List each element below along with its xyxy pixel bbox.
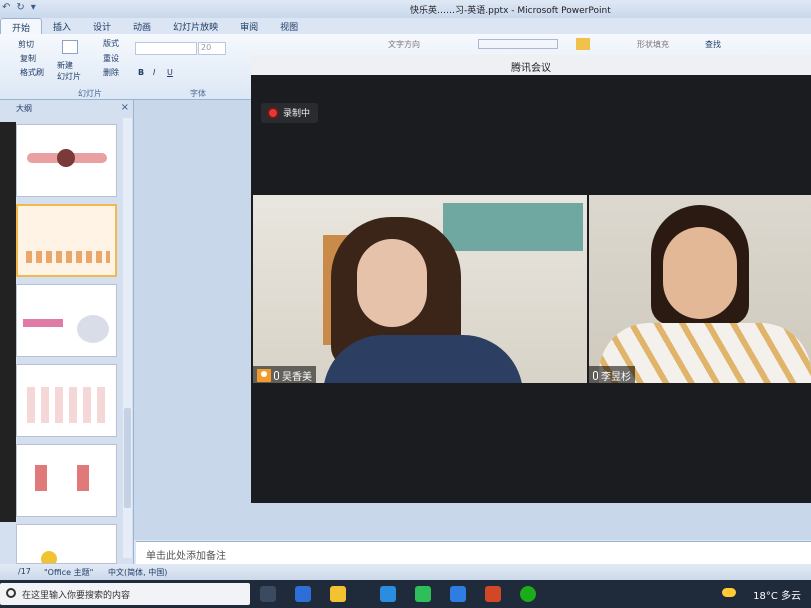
slide-counter: /17 bbox=[18, 567, 31, 576]
window-title: 快乐英……习-英语.pptx - Microsoft PowerPoint bbox=[410, 6, 611, 16]
tab-home[interactable]: 开始 bbox=[0, 18, 43, 34]
dropdown-icon[interactable]: ▾ bbox=[31, 2, 36, 13]
host-icon bbox=[257, 369, 271, 382]
microphone-icon bbox=[274, 371, 279, 380]
tab-design[interactable]: 设计 bbox=[82, 18, 122, 34]
copy-button[interactable]: 复制 bbox=[20, 53, 36, 64]
meeting-title: 腾讯会议 bbox=[251, 55, 811, 75]
recording-indicator[interactable]: 录制中 bbox=[261, 103, 319, 123]
underline-icon[interactable]: U bbox=[167, 68, 173, 77]
record-dot-icon bbox=[269, 109, 277, 117]
temperature: 18°C bbox=[753, 591, 778, 602]
font-name-field[interactable] bbox=[135, 42, 197, 55]
italic-icon[interactable]: I bbox=[153, 68, 155, 77]
title-bar: ↶ ↻ ▾ 快乐英……习-英语.pptx - Microsoft PowerPo… bbox=[0, 0, 811, 18]
arrange-icon[interactable] bbox=[576, 38, 590, 50]
delete-button[interactable]: 删除 bbox=[103, 67, 119, 78]
outline-tab[interactable]: 大纲 bbox=[16, 104, 32, 113]
tab-slideshow[interactable]: 幻灯片放映 bbox=[162, 18, 229, 34]
weather-icon bbox=[722, 588, 736, 597]
taskbar: 在这里输入你要搜索的内容 18°C 多云 bbox=[0, 580, 811, 608]
slide-thumbnail[interactable] bbox=[16, 284, 117, 357]
wechat-icon[interactable] bbox=[520, 586, 536, 602]
find-button[interactable]: 查找 bbox=[705, 39, 721, 50]
slide-thumbnail[interactable] bbox=[16, 524, 117, 564]
new-slide-button[interactable]: 新建 幻灯片 bbox=[57, 60, 81, 82]
slide-thumbnail-selected[interactable] bbox=[16, 204, 117, 277]
weather-desc: 多云 bbox=[781, 591, 801, 602]
microphone-icon bbox=[593, 371, 598, 380]
powerpoint-icon[interactable] bbox=[485, 586, 501, 602]
bold-icon[interactable]: B bbox=[138, 68, 144, 77]
taskbar-search[interactable]: 在这里输入你要搜索的内容 bbox=[0, 583, 250, 605]
tab-view[interactable]: 视图 bbox=[269, 18, 309, 34]
slide-thumbnail[interactable] bbox=[16, 364, 117, 437]
reset-button[interactable]: 重设 bbox=[103, 53, 119, 64]
group-font-label: 字体 bbox=[190, 89, 206, 98]
recording-label: 录制中 bbox=[283, 109, 311, 119]
shape-fill-button[interactable]: 形状填充 bbox=[637, 39, 669, 50]
weather-tray[interactable]: 18°C 多云 bbox=[753, 587, 801, 602]
language-indicator: 中文(简体, 中国) bbox=[108, 568, 168, 577]
cut-button[interactable]: 剪切 bbox=[18, 39, 34, 50]
panel-scrollbar[interactable] bbox=[123, 118, 132, 558]
theme-name: "Office 主题" bbox=[44, 568, 94, 577]
group-slides-label: 幻灯片 bbox=[78, 89, 102, 98]
app-icon[interactable] bbox=[415, 586, 431, 602]
search-icon bbox=[6, 588, 16, 598]
mail-icon[interactable] bbox=[380, 586, 396, 602]
slide-thumbnail[interactable] bbox=[16, 444, 117, 517]
close-icon[interactable]: × bbox=[121, 102, 129, 113]
side-strip bbox=[0, 122, 16, 522]
participant-video[interactable]: 吴香美 bbox=[253, 195, 587, 383]
participant-name: 李昱杉 bbox=[601, 372, 631, 383]
undo-icon[interactable]: ↶ bbox=[2, 2, 10, 13]
redo-icon[interactable]: ↻ bbox=[16, 2, 24, 13]
meeting-app-icon[interactable] bbox=[450, 586, 466, 602]
panel-header: 大纲 × bbox=[0, 100, 133, 116]
quick-access-toolbar: ↶ ↻ ▾ bbox=[2, 2, 36, 13]
folder-icon[interactable] bbox=[330, 586, 346, 602]
text-direction-button[interactable]: 文字方向 bbox=[388, 39, 420, 50]
status-bar: /17 "Office 主题" 中文(简体, 中国) bbox=[0, 564, 811, 580]
format-painter-button[interactable]: 格式刷 bbox=[20, 67, 44, 78]
participant-video[interactable]: 李昱杉 bbox=[589, 195, 811, 383]
tab-review[interactable]: 审阅 bbox=[229, 18, 269, 34]
shapes-gallery[interactable] bbox=[478, 39, 558, 49]
participant-name: 吴香美 bbox=[282, 372, 312, 383]
participant-name-tag: 吴香美 bbox=[253, 366, 316, 383]
tab-insert[interactable]: 插入 bbox=[42, 18, 82, 34]
task-view-icon[interactable] bbox=[260, 586, 276, 602]
notes-pane[interactable]: 单击此处添加备注 bbox=[136, 541, 811, 564]
new-slide-icon bbox=[62, 40, 78, 54]
browser-icon[interactable] bbox=[295, 586, 311, 602]
font-size-field[interactable]: 20 bbox=[198, 42, 226, 55]
slides-panel: 大纲 × bbox=[0, 100, 134, 564]
layout-button[interactable]: 版式 bbox=[103, 38, 119, 49]
tab-animation[interactable]: 动画 bbox=[122, 18, 162, 34]
ribbon-tabs: 开始 插入 设计 动画 幻灯片放映 审阅 视图 bbox=[0, 18, 811, 34]
slide-thumbnail[interactable] bbox=[16, 124, 117, 197]
search-placeholder: 在这里输入你要搜索的内容 bbox=[22, 591, 131, 601]
tencent-meeting-window: 腾讯会议 录制中 吴香美 李昱杉 bbox=[251, 55, 811, 503]
participant-name-tag: 李昱杉 bbox=[589, 366, 635, 383]
